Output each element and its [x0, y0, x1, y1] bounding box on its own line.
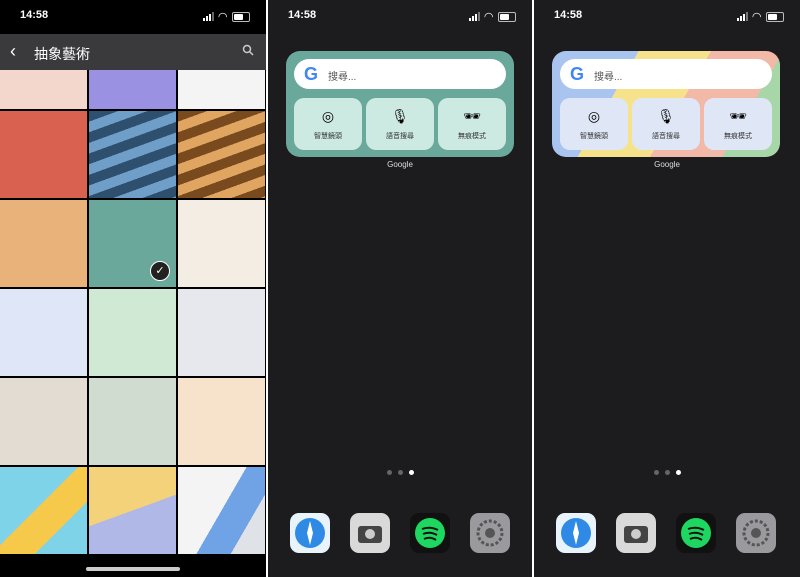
wallpaper-tile[interactable]	[0, 111, 87, 198]
voice-search-button[interactable]: 🎙 語音搜尋	[632, 98, 700, 150]
safari-icon[interactable]	[556, 513, 596, 553]
mic-icon: 🎙	[391, 108, 409, 124]
voice-search-button[interactable]: 🎙 語音搜尋	[366, 98, 434, 150]
camera-icon[interactable]	[616, 513, 656, 553]
status-bar: 14:58 ◠	[0, 0, 266, 34]
lens-button[interactable]: ◎ 智慧鏡頭	[560, 98, 628, 150]
wallpaper-tile[interactable]	[178, 378, 265, 465]
search-icon[interactable]	[242, 44, 254, 59]
page-title: 抽象藝術	[34, 46, 90, 62]
lens-label: 智慧鏡頭	[580, 133, 608, 140]
status-bar: 14:58 ◠	[268, 0, 532, 34]
widget-name: Google	[654, 160, 680, 169]
google-logo-icon: G	[570, 64, 585, 84]
voice-label: 語音搜尋	[652, 133, 680, 140]
selected-check-icon: ✓	[150, 261, 170, 281]
spotify-icon[interactable]	[410, 513, 450, 553]
voice-label: 語音搜尋	[386, 133, 414, 140]
settings-icon[interactable]	[736, 513, 776, 553]
wallpaper-grid: ✓	[0, 70, 266, 562]
wallpaper-tile[interactable]	[178, 111, 265, 198]
incognito-icon: 🕶	[729, 108, 747, 124]
battery-icon	[766, 11, 784, 22]
wallpaper-tile[interactable]	[178, 200, 265, 287]
wallpaper-tile[interactable]	[0, 200, 87, 287]
status-time: 14:58	[20, 9, 49, 21]
search-placeholder: 搜尋...	[594, 72, 623, 83]
home-screen-colorful: 14:58 ◠ G 搜尋... ◎ 智慧鏡頭 🎙 語音搜尋 🕶 無痕模式 Google	[534, 0, 800, 577]
status-time: 14:58	[554, 9, 583, 21]
wallpaper-tile[interactable]	[0, 467, 87, 554]
wallpaper-tile[interactable]	[89, 111, 176, 198]
incognito-label: 無痕模式	[724, 133, 752, 140]
google-logo-icon: G	[304, 64, 319, 84]
wallpaper-tile[interactable]	[89, 467, 176, 554]
incognito-button[interactable]: 🕶 無痕模式	[704, 98, 772, 150]
chevron-left-icon[interactable]: ‹	[10, 41, 16, 62]
incognito-button[interactable]: 🕶 無痕模式	[438, 98, 506, 150]
wallpaper-tile[interactable]	[89, 70, 176, 109]
safari-icon[interactable]	[290, 513, 330, 553]
dock	[286, 513, 514, 557]
status-time: 14:58	[288, 9, 317, 21]
page-indicator	[534, 470, 800, 475]
battery-icon	[232, 11, 250, 22]
dock	[552, 513, 782, 557]
wifi-icon: ◠	[484, 11, 493, 23]
incognito-label: 無痕模式	[458, 133, 486, 140]
settings-icon[interactable]	[470, 513, 510, 553]
battery-icon	[498, 11, 516, 22]
camera-icon[interactable]	[350, 513, 390, 553]
home-indicator	[86, 567, 180, 571]
wifi-icon: ◠	[218, 11, 227, 23]
google-search-widget[interactable]: G 搜尋... ◎ 智慧鏡頭 🎙 語音搜尋 🕶 無痕模式	[286, 51, 514, 157]
wallpaper-tile[interactable]	[89, 378, 176, 465]
lens-icon: ◎	[321, 108, 335, 124]
lens-button[interactable]: ◎ 智慧鏡頭	[294, 98, 362, 150]
wallpaper-tile[interactable]	[0, 70, 87, 109]
wallpaper-tile[interactable]	[0, 378, 87, 465]
home-screen-teal: 14:58 ◠ G 搜尋... ◎ 智慧鏡頭 🎙 語音搜尋 🕶 無痕模式 Google	[268, 0, 532, 577]
wallpaper-tile[interactable]	[178, 289, 265, 376]
status-bar: 14:58 ◠	[534, 0, 800, 34]
signal-icon	[468, 12, 480, 21]
wallpaper-tile[interactable]	[178, 467, 265, 554]
wifi-icon: ◠	[752, 11, 761, 23]
wallpaper-tile[interactable]	[178, 70, 265, 109]
page-indicator	[268, 470, 532, 475]
search-placeholder: 搜尋...	[328, 72, 357, 83]
wallpaper-picker-screen: 14:58 ◠ ‹ 抽象藝術 ✓	[0, 0, 266, 577]
wallpaper-tile[interactable]	[0, 289, 87, 376]
google-search-widget[interactable]: G 搜尋... ◎ 智慧鏡頭 🎙 語音搜尋 🕶 無痕模式	[552, 51, 780, 157]
incognito-icon: 🕶	[463, 108, 481, 124]
wallpaper-tile[interactable]: ✓	[89, 200, 176, 287]
signal-icon	[202, 12, 214, 21]
spotify-icon[interactable]	[676, 513, 716, 553]
picker-header: ‹ 抽象藝術	[0, 34, 266, 70]
lens-icon: ◎	[587, 108, 601, 124]
search-input[interactable]: G 搜尋...	[560, 59, 772, 89]
search-input[interactable]: G 搜尋...	[294, 59, 506, 89]
signal-icon	[736, 12, 748, 21]
lens-label: 智慧鏡頭	[314, 133, 342, 140]
widget-name: Google	[387, 160, 413, 169]
wallpaper-tile[interactable]	[89, 289, 176, 376]
mic-icon: 🎙	[657, 108, 675, 124]
